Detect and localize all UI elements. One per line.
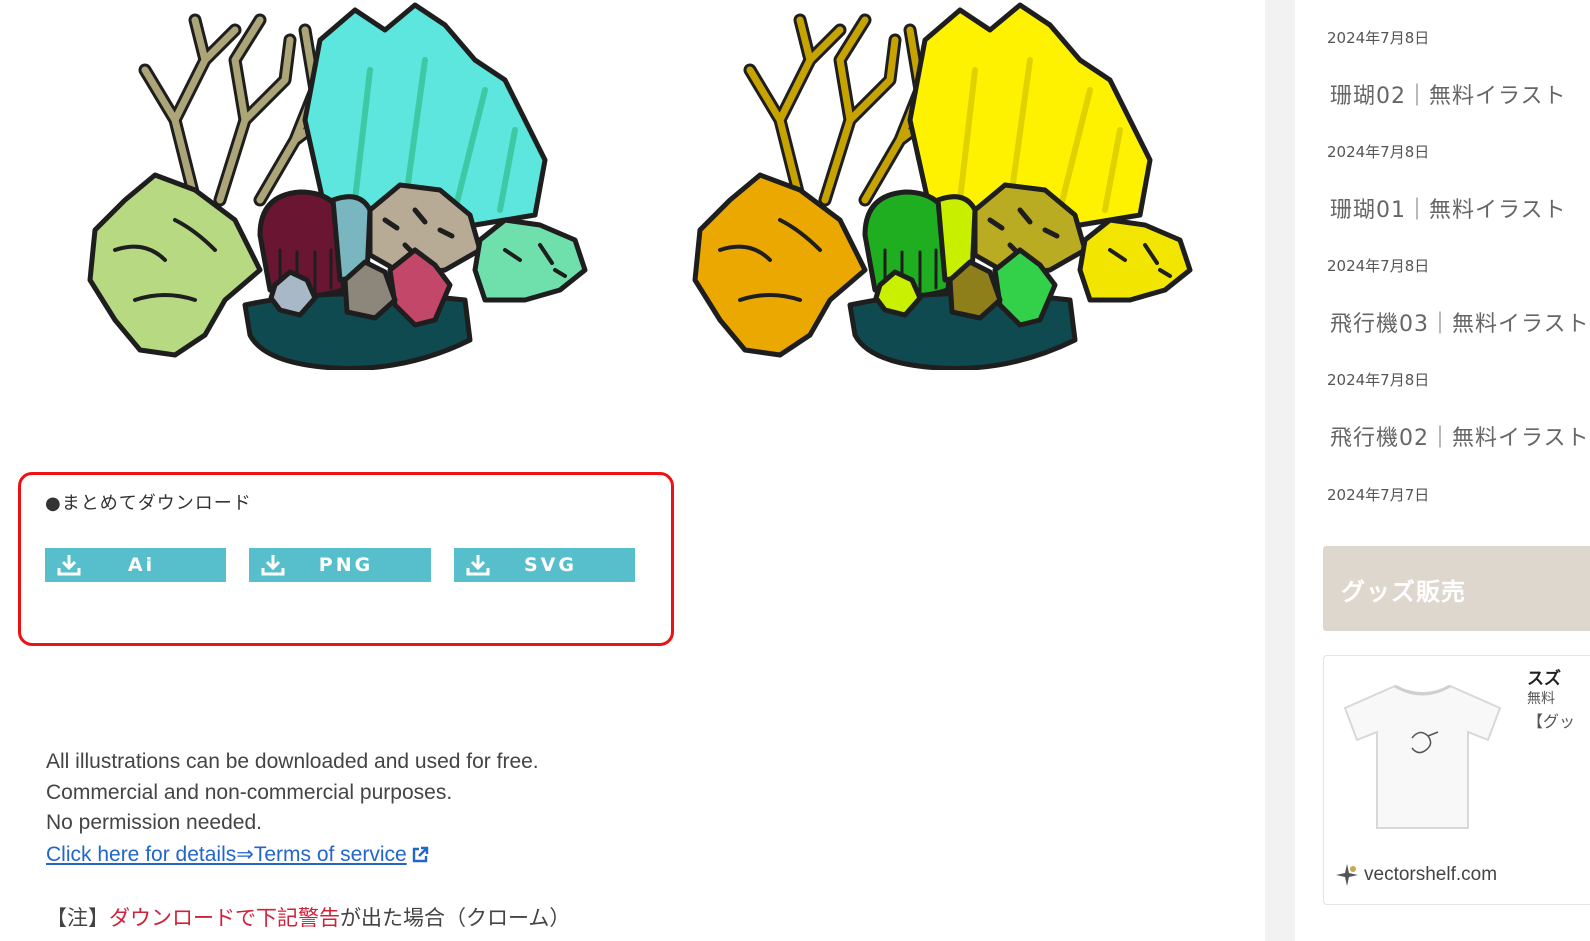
download-ai-label: Ai bbox=[127, 554, 156, 576]
post-title-link[interactable]: 飛行機03｜無料イラスト bbox=[1330, 306, 1590, 338]
post-date: 2024年7月7日 bbox=[1327, 486, 1430, 504]
note-highlight: ダウンロードで下記警告 bbox=[109, 906, 340, 930]
vectorshelf-logo-icon bbox=[1336, 864, 1358, 886]
download-heading: ●まとめてダウンロード bbox=[45, 493, 252, 514]
post-date: 2024年7月8日 bbox=[1327, 29, 1430, 47]
goods-heading: グッズ販売 bbox=[1341, 578, 1466, 606]
download-svg-label: SVG bbox=[524, 554, 577, 576]
post-title-link[interactable]: 珊瑚02｜無料イラスト bbox=[1330, 78, 1567, 110]
coral-illustration-color bbox=[85, 0, 590, 370]
chrome-warning-note: 【注】ダウンロードで下記警告が出た場合（クローム） bbox=[46, 902, 570, 932]
sidebar-gutter bbox=[1265, 0, 1295, 941]
goods-card-sub1: 無料 bbox=[1527, 691, 1555, 707]
terms-of-service-link[interactable]: Click here for details⇒Terms of service bbox=[46, 842, 429, 867]
tshirt-image bbox=[1343, 684, 1502, 829]
download-png-button[interactable]: PNG bbox=[249, 548, 431, 582]
post-date: 2024年7月8日 bbox=[1327, 371, 1430, 389]
sidebar: 2024年7月8日 珊瑚02｜無料イラスト 2024年7月8日 珊瑚01｜無料イ… bbox=[1295, 0, 1590, 941]
terms-link-text: Click here for details⇒Terms of service bbox=[46, 843, 407, 866]
goods-card-sub2: 【グッ bbox=[1527, 712, 1576, 731]
note-prefix: 【注】 bbox=[46, 906, 109, 930]
post-title-link[interactable]: 珊瑚01｜無料イラスト bbox=[1330, 192, 1567, 224]
main-content: ●まとめてダウンロード Ai PNG SVG All illustrations… bbox=[0, 0, 1265, 941]
post-date: 2024年7月8日 bbox=[1327, 257, 1430, 275]
license-line-1: All illustrations can be downloaded and … bbox=[46, 750, 539, 773]
external-link-icon bbox=[412, 846, 428, 862]
post-date: 2024年7月8日 bbox=[1327, 143, 1430, 161]
note-suffix: が出た場合（クローム） bbox=[340, 906, 571, 930]
goods-product-card[interactable]: スズ 無料 【グッ vectorshelf.com bbox=[1323, 655, 1590, 905]
goods-card-title: スズ bbox=[1527, 669, 1561, 689]
license-line-3: No permission needed. bbox=[46, 811, 262, 834]
download-png-label: PNG bbox=[318, 554, 374, 576]
post-title-link[interactable]: 飛行機02｜無料イラスト bbox=[1330, 420, 1590, 452]
download-svg-button[interactable]: SVG bbox=[454, 548, 635, 582]
goods-heading-banner: グッズ販売 bbox=[1323, 546, 1590, 631]
goods-card-site: vectorshelf.com bbox=[1364, 864, 1498, 885]
coral-illustration-yellow bbox=[690, 0, 1195, 370]
license-line-2: Commercial and non-commercial purposes. bbox=[46, 781, 453, 804]
download-ai-button[interactable]: Ai bbox=[45, 548, 226, 582]
